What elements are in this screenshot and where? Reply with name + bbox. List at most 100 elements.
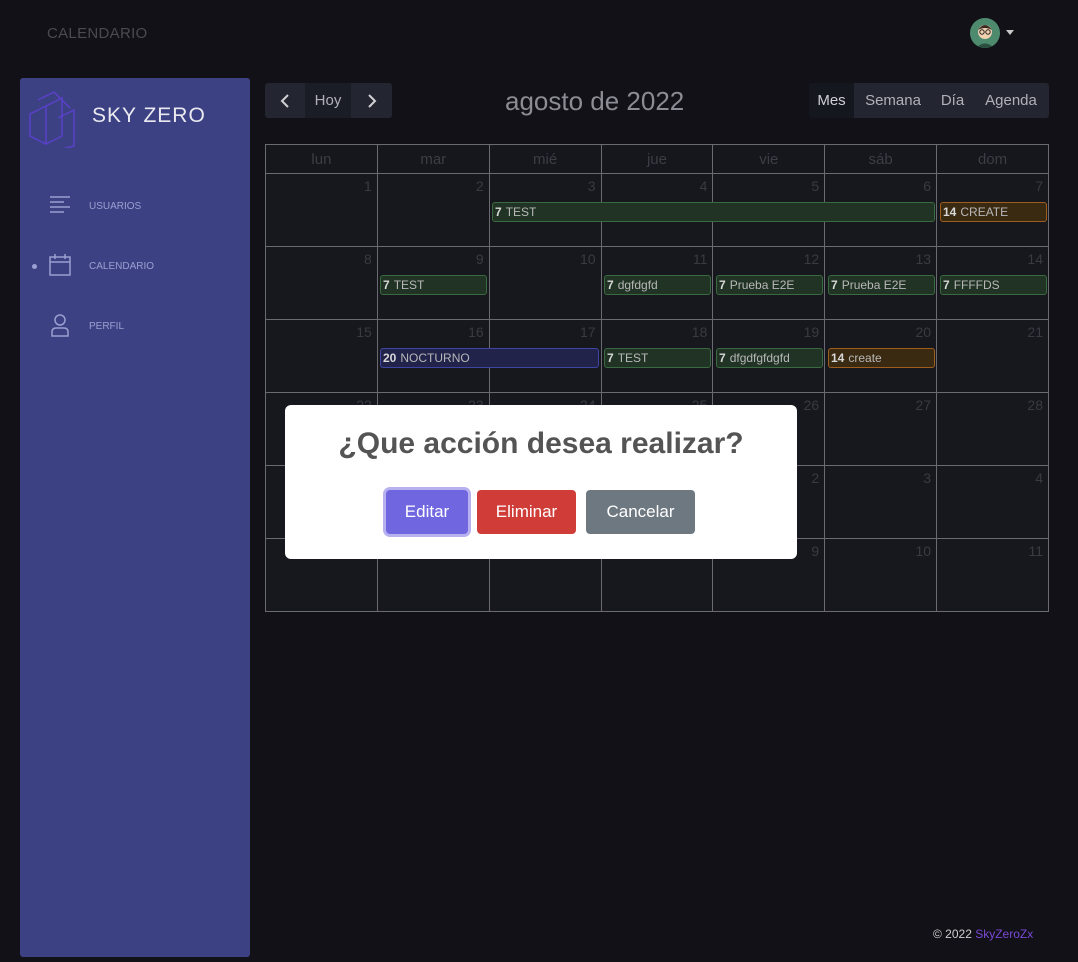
event-time: 7	[495, 205, 502, 219]
day-number[interactable]: 14	[1027, 251, 1043, 267]
weekday-header: lun	[265, 144, 378, 174]
day-cell[interactable]: 10	[824, 538, 938, 612]
sidebar-item-label: CALENDARIO	[89, 261, 155, 272]
edit-button[interactable]: Editar	[386, 490, 468, 534]
day-cell[interactable]: 11	[936, 538, 1049, 612]
calendar-event[interactable]: 7 TEST	[380, 275, 487, 295]
weekday-header: mar	[376, 144, 490, 174]
day-cell[interactable]: 21	[936, 319, 1049, 393]
event-time: 7	[607, 278, 614, 292]
day-cell[interactable]: 10	[488, 246, 602, 320]
day-number[interactable]: 5	[811, 178, 819, 194]
day-number[interactable]: 16	[468, 324, 484, 340]
day-number[interactable]: 15	[356, 324, 372, 340]
weekday-header: vie	[712, 144, 826, 174]
chevron-right-icon	[367, 93, 376, 108]
event-time: 14	[943, 205, 957, 219]
calendar-event[interactable]: 7 FFFFDS	[940, 275, 1047, 295]
day-number[interactable]: 20	[915, 324, 931, 340]
event-title: Prueba E2E	[841, 278, 907, 292]
day-number[interactable]: 3	[588, 178, 596, 194]
day-cell[interactable]: 2	[376, 173, 490, 247]
day-number[interactable]: 1	[364, 178, 372, 194]
weekday-header: jue	[600, 144, 714, 174]
day-number[interactable]: 9	[476, 251, 484, 267]
day-cell[interactable]: 8	[265, 246, 378, 320]
event-title: TEST	[505, 205, 537, 219]
day-number[interactable]: 2	[811, 470, 819, 486]
calendar-event[interactable]: 7 TEST	[604, 348, 711, 368]
calendar-event[interactable]: 7 dgfdgfd	[604, 275, 711, 295]
sidebar-item-label: PERFIL	[89, 321, 125, 332]
calendar-event[interactable]: 7 dfgdfgfdgfd	[716, 348, 823, 368]
prev-month-button[interactable]	[265, 83, 305, 118]
view-day-button[interactable]: Día	[932, 83, 973, 118]
list-icon	[50, 196, 70, 213]
day-number[interactable]: 21	[1027, 324, 1043, 340]
weekday-header: mié	[488, 144, 602, 174]
sidebar-item-label: USUARIOS	[89, 201, 142, 212]
view-week-button[interactable]: Semana	[854, 83, 932, 118]
day-number[interactable]: 13	[915, 251, 931, 267]
today-button[interactable]: Hoy	[305, 83, 351, 118]
month-title: agosto de 2022	[505, 86, 685, 116]
day-number[interactable]: 3	[923, 470, 931, 486]
day-number[interactable]: 4	[1035, 470, 1043, 486]
sidebar-item-usuarios[interactable]: USUARIOS	[20, 189, 250, 225]
day-number[interactable]: 8	[364, 251, 372, 267]
brand-name: SKY ZERO	[92, 104, 206, 127]
view-month-button[interactable]: Mes	[809, 83, 854, 118]
calendar-event[interactable]: 14 CREATE	[940, 202, 1047, 222]
sidebar-item-perfil[interactable]: PERFIL	[20, 309, 250, 345]
day-number[interactable]: 4	[700, 178, 708, 194]
calendar-event[interactable]: 14 create	[828, 348, 935, 368]
day-number[interactable]: 9	[811, 543, 819, 559]
day-number[interactable]: 19	[804, 324, 820, 340]
calendar-event[interactable]: 7 TEST	[492, 202, 935, 222]
event-title: dgfdgfd	[617, 278, 658, 292]
day-number[interactable]: 12	[804, 251, 820, 267]
calendar-event[interactable]: 7 Prueba E2E	[828, 275, 935, 295]
event-title: NOCTURNO	[400, 351, 470, 365]
day-cell[interactable]: 4	[936, 465, 1049, 539]
view-button-group: Mes Semana Día Agenda	[809, 83, 1049, 118]
day-number[interactable]: 28	[1027, 397, 1043, 413]
event-title: CREATE	[960, 205, 1009, 219]
dialog-title: ¿Que acción desea realizar?	[338, 427, 744, 460]
active-indicator	[32, 264, 37, 269]
day-number[interactable]: 11	[1028, 543, 1043, 559]
weekday-header: dom	[936, 144, 1049, 174]
event-time: 7	[943, 278, 950, 292]
chevron-down-icon[interactable]	[1006, 30, 1014, 35]
day-number[interactable]: 18	[692, 324, 708, 340]
day-number[interactable]: 17	[580, 324, 596, 340]
day-cell[interactable]: 28	[936, 392, 1049, 466]
day-cell[interactable]: 3	[824, 465, 938, 539]
day-number[interactable]: 6	[923, 178, 931, 194]
day-number[interactable]: 7	[1035, 178, 1043, 194]
calendar-event[interactable]: 20 NOCTURNO	[380, 348, 599, 368]
day-cell[interactable]: 27	[824, 392, 938, 466]
day-cell[interactable]: 1	[265, 173, 378, 247]
calendar-event[interactable]: 7 Prueba E2E	[716, 275, 823, 295]
next-month-button[interactable]	[351, 83, 392, 118]
sky-zero-logo-icon	[29, 91, 75, 148]
delete-button[interactable]: Eliminar	[477, 490, 576, 534]
chevron-left-icon	[280, 93, 289, 108]
sidebar: SKY ZERO USUARIOS CALENDARIO PERFIL	[20, 78, 250, 957]
day-number[interactable]: 10	[580, 251, 596, 267]
event-time: 20	[383, 351, 397, 365]
day-number[interactable]: 10	[915, 543, 931, 559]
event-time: 7	[719, 278, 726, 292]
sidebar-item-calendario[interactable]: CALENDARIO	[20, 249, 250, 285]
day-number[interactable]: 11	[693, 251, 708, 267]
day-number[interactable]: 26	[804, 397, 820, 413]
event-title: dfgdfgfdgfd	[729, 351, 790, 365]
day-number[interactable]: 27	[915, 397, 931, 413]
cancel-button[interactable]: Cancelar	[586, 490, 695, 534]
day-number[interactable]: 2	[476, 178, 484, 194]
avatar[interactable]	[970, 18, 1000, 48]
view-agenda-button[interactable]: Agenda	[973, 83, 1049, 118]
footer-link[interactable]: SkyZeroZx	[975, 927, 1033, 941]
day-cell[interactable]: 15	[265, 319, 378, 393]
